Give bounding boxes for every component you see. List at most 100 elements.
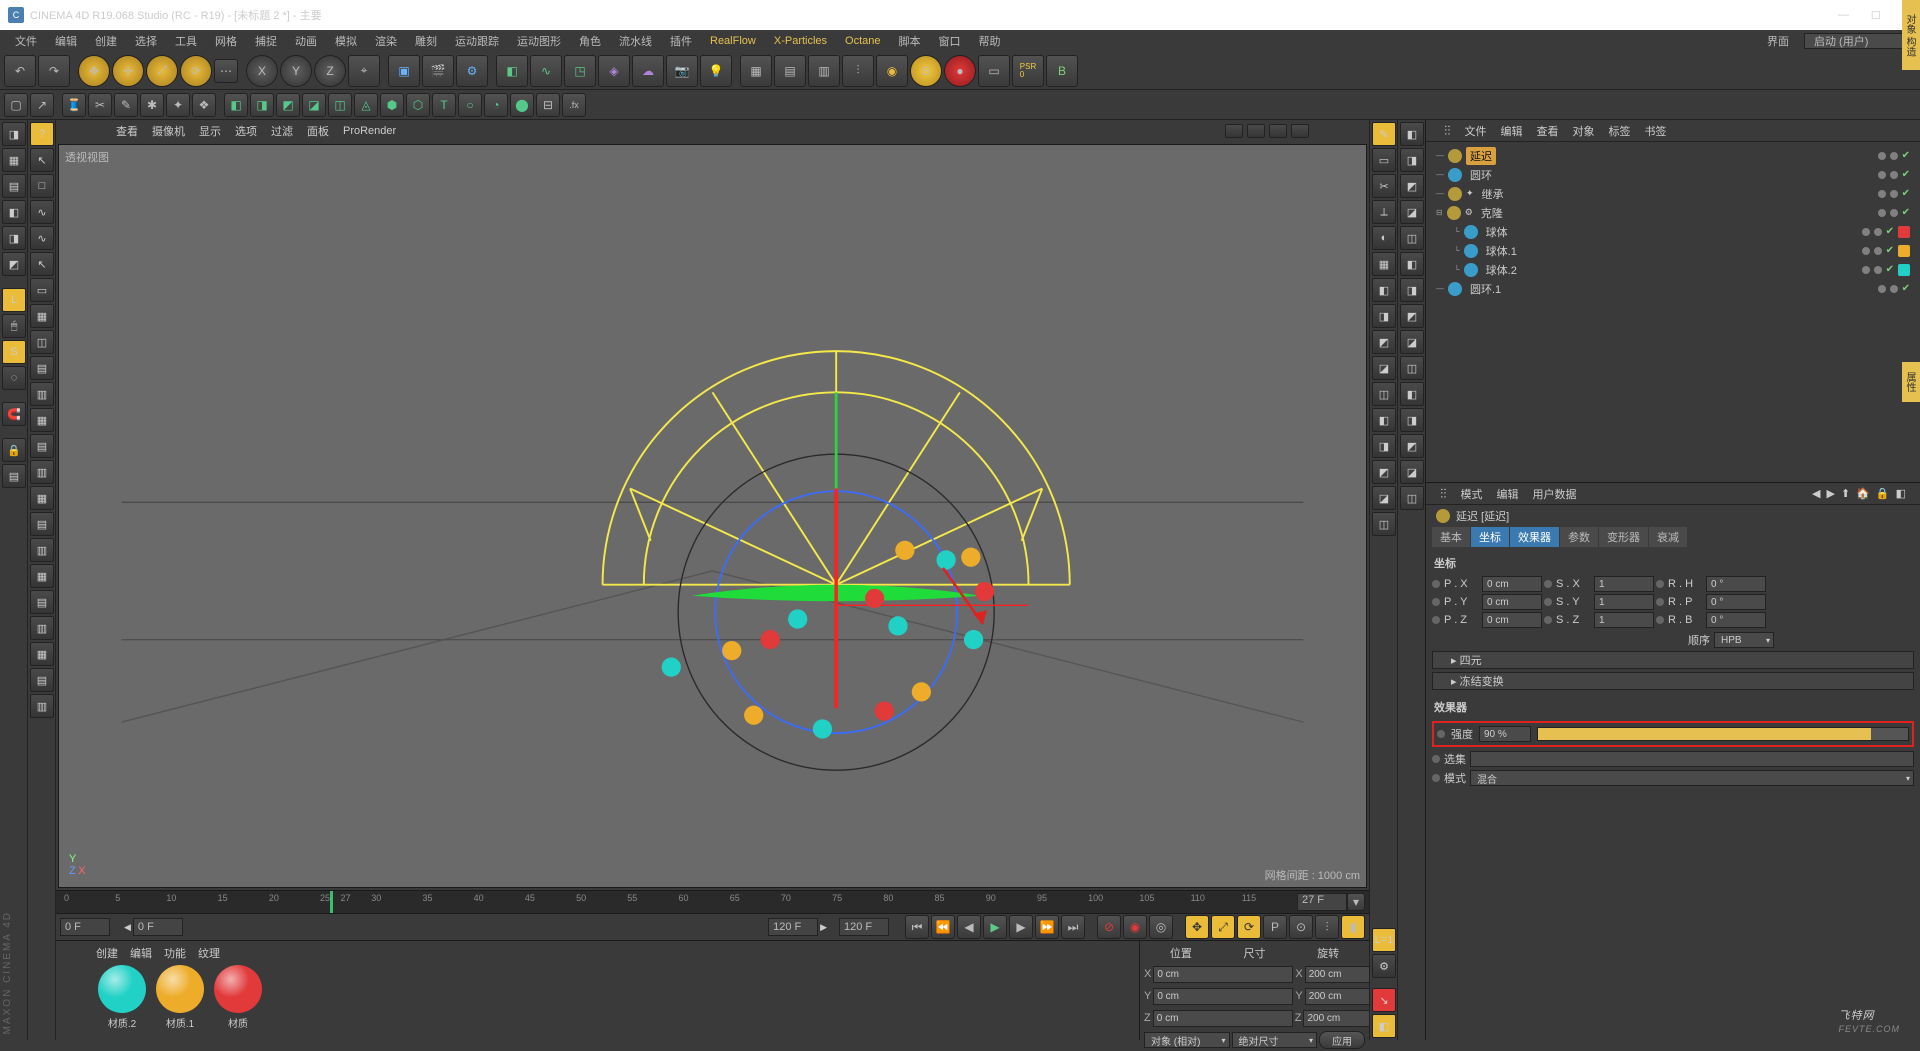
tree-row[interactable]: —圆环.1✔ (1428, 279, 1918, 298)
rt2-9[interactable]: ◪ (1400, 330, 1424, 354)
record-button[interactable]: ⊘ (1097, 915, 1121, 939)
z-axis-button[interactable]: Z (314, 55, 346, 87)
redo-button[interactable]: ↷ (38, 55, 70, 87)
mode-anim-dot[interactable] (1432, 774, 1440, 782)
rt2-13[interactable]: ◩ (1400, 434, 1424, 458)
rt2-5[interactable]: ◫ (1400, 226, 1424, 250)
lt2-21[interactable]: ▥ (30, 694, 54, 718)
rt2-4[interactable]: ◪ (1400, 200, 1424, 224)
rt2-15[interactable]: ◫ (1400, 486, 1424, 510)
material-swatch[interactable]: 材质.1 (154, 965, 206, 1030)
tree-row[interactable]: —✦继承✔ (1428, 184, 1918, 203)
st-2[interactable]: ✂ (88, 93, 112, 117)
rt2-12[interactable]: ◨ (1400, 408, 1424, 432)
rt-14[interactable]: ◪ (1372, 486, 1396, 510)
lt2-3[interactable]: ∿ (30, 226, 54, 250)
object-panel-handle[interactable]: 对象 构造 (1902, 0, 1920, 70)
range-end-b[interactable] (839, 918, 889, 936)
key-p[interactable]: ✥ (1185, 915, 1209, 939)
strength-anim-dot[interactable] (1437, 730, 1445, 738)
prev-key-button[interactable]: ⏪ (931, 915, 955, 939)
rt2-3[interactable]: ◩ (1400, 174, 1424, 198)
tool-4[interactable]: ⫶ (842, 55, 874, 87)
mat-create[interactable]: 创建 (96, 945, 118, 957)
apply-button[interactable]: 应用 (1319, 1031, 1365, 1049)
trs-pos-Y[interactable] (1153, 988, 1293, 1005)
rt-5[interactable]: ▦ (1372, 252, 1396, 276)
rt-11[interactable]: ◧ (1372, 408, 1396, 432)
vp-view[interactable]: 查看 (116, 123, 138, 139)
rot-order-dropdown[interactable]: HPB (1714, 632, 1774, 648)
lt-6[interactable]: ◩ (2, 252, 26, 276)
lt2-4[interactable]: ↖ (30, 252, 54, 276)
st-18[interactable]: ⬤ (510, 93, 534, 117)
attr-panel-handle[interactable]: 属性 (1902, 362, 1920, 402)
lt2-19[interactable]: ▦ (30, 642, 54, 666)
st-1[interactable]: 🧵 (62, 93, 86, 117)
prev-frame-button[interactable]: ◀ (957, 915, 981, 939)
attr-nav-new[interactable]: ◧ (1896, 487, 1906, 500)
key-opt4[interactable]: ▮ (1341, 915, 1365, 939)
rt-6[interactable]: ◧ (1372, 278, 1396, 302)
key-pla[interactable]: P (1263, 915, 1287, 939)
material-swatch[interactable]: 材质.2 (96, 965, 148, 1030)
mode-dropdown[interactable]: 混合 (1470, 770, 1914, 786)
rot-p-input[interactable] (1706, 594, 1766, 610)
menu-animate[interactable]: 动画 (286, 30, 326, 52)
layer-button[interactable]: ▤ (2, 464, 26, 488)
tree-row[interactable]: —延迟✔ (1428, 146, 1918, 165)
layout-dropdown[interactable]: 启动 (用户) (1804, 33, 1914, 49)
move-tool-button[interactable]: ✢ (112, 55, 144, 87)
fold-freeze[interactable]: ▸ 冻结变换 (1432, 672, 1914, 690)
om-bookmarks[interactable]: 书签 (1645, 123, 1667, 139)
lt2-17[interactable]: ▤ (30, 590, 54, 614)
rt-10[interactable]: ◫ (1372, 382, 1396, 406)
vp-prorender[interactable]: ProRender (343, 125, 396, 137)
menu-octane[interactable]: Octane (836, 32, 889, 50)
scale-x-input[interactable] (1594, 576, 1654, 592)
render-pv-button[interactable]: 🎬 (422, 55, 454, 87)
st-19[interactable]: ⊟ (536, 93, 560, 117)
lt2-13[interactable]: ▦ (30, 486, 54, 510)
rt-9[interactable]: ◪ (1372, 356, 1396, 380)
render-settings-button[interactable]: ⚙ (456, 55, 488, 87)
lt2-16[interactable]: ▦ (30, 564, 54, 588)
live-select-button[interactable]: ✥ (78, 55, 110, 87)
lt2-8[interactable]: ▤ (30, 356, 54, 380)
attr-tab[interactable]: 参数 (1560, 527, 1598, 547)
rot-h-input[interactable] (1706, 576, 1766, 592)
lt2-5[interactable]: ▭ (30, 278, 54, 302)
selection-input[interactable] (1470, 751, 1914, 767)
trs-pos-Z[interactable] (1153, 1010, 1293, 1027)
coord-system-button[interactable]: ⌖ (348, 55, 380, 87)
tree-row[interactable]: └球体✔ (1428, 222, 1918, 241)
lt2-9[interactable]: ▥ (30, 382, 54, 406)
menu-file[interactable]: 文件 (6, 30, 46, 52)
attr-tab[interactable]: 效果器 (1510, 527, 1559, 547)
make-editable[interactable]: ◨ (2, 122, 26, 146)
om-view[interactable]: 查看 (1537, 123, 1559, 139)
lt2-11[interactable]: ▤ (30, 434, 54, 458)
camera-button[interactable]: 📷 (666, 55, 698, 87)
rt-12[interactable]: ◨ (1372, 434, 1396, 458)
menu-sculpt[interactable]: 雕刻 (406, 30, 446, 52)
rt-15[interactable]: ◫ (1372, 512, 1396, 536)
st-3[interactable]: ✎ (114, 93, 138, 117)
autokey-button[interactable]: ◉ (1123, 915, 1147, 939)
vp-camera[interactable]: 摄像机 (152, 123, 185, 139)
range-start[interactable] (60, 918, 110, 936)
st-4[interactable]: ✱ (140, 93, 164, 117)
lock-button[interactable]: 🔒 (2, 438, 26, 462)
st-12[interactable]: ◬ (354, 93, 378, 117)
next-frame-button[interactable]: ▶ (1009, 915, 1033, 939)
vp-nav-4[interactable] (1291, 124, 1309, 138)
strength-input[interactable] (1479, 726, 1531, 742)
vp-display[interactable]: 显示 (199, 123, 221, 139)
st-9[interactable]: ◩ (276, 93, 300, 117)
selection-anim-dot[interactable] (1432, 755, 1440, 763)
st-6[interactable]: ❖ (192, 93, 216, 117)
vp-options[interactable]: 选项 (235, 123, 257, 139)
om-file[interactable]: 文件 (1465, 123, 1487, 139)
rt-13[interactable]: ◩ (1372, 460, 1396, 484)
st-8[interactable]: ◨ (250, 93, 274, 117)
